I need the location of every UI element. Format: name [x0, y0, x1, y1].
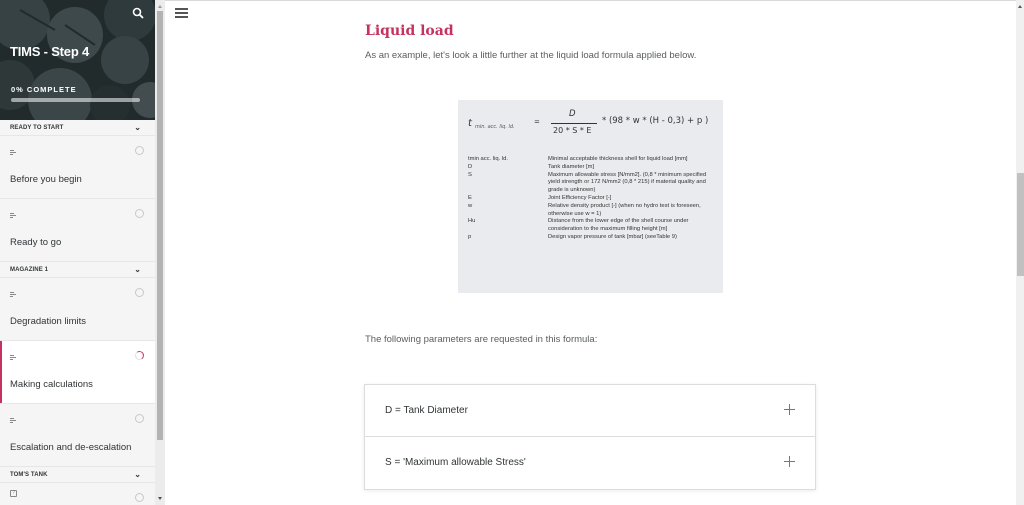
quiz-icon: ? [10, 490, 17, 497]
parameters-accordion: D = Tank Diameter S = 'Maximum allowable… [364, 384, 816, 490]
course-title: TIMS - Step 4 [10, 44, 90, 59]
text-lesson-icon [10, 418, 16, 423]
text-lesson-icon [10, 150, 16, 155]
definition-description: Tank diameter [m] [548, 163, 595, 170]
scroll-up-arrow-icon[interactable] [1018, 5, 1022, 8]
text-lesson-icon [10, 355, 16, 360]
accordion-item-tank-diameter[interactable]: D = Tank Diameter [365, 385, 815, 437]
formula-numerator: D [569, 109, 576, 119]
formula-image: t min. acc. liq. ld. = D 20 * S * E * (9… [458, 100, 723, 293]
plus-icon[interactable] [784, 456, 795, 467]
lesson-label: Before you begin [10, 174, 82, 185]
fraction-bar [551, 123, 597, 124]
lesson-item-making-calculations[interactable]: Making calculations [0, 341, 155, 404]
sidebar-scrollbar-thumb[interactable] [157, 11, 163, 440]
lesson-item-ready-to-go[interactable]: Ready to go [0, 199, 155, 262]
accordion-title: S = 'Maximum allowable Stress' [385, 457, 526, 468]
definition-row: p Design vapor pressure of tank [mbar] (s… [468, 234, 718, 242]
formula-rest: * (98 * w * (H - 0,3) + p ) [602, 116, 709, 126]
definition-symbol: Hu [468, 218, 476, 225]
definition-symbol: p [468, 233, 472, 240]
lesson-label: Ready to go [10, 237, 62, 248]
definition-symbol: w [468, 202, 473, 209]
chevron-down-icon[interactable]: ⌄ [134, 470, 141, 479]
status-circle-icon [135, 414, 144, 423]
search-icon[interactable] [132, 7, 144, 19]
status-circle-icon [135, 209, 144, 218]
course-header: TIMS - Step 4 0% COMPLETE [0, 0, 155, 120]
scroll-down-arrow-icon[interactable] [158, 497, 162, 500]
definition-description: Distance from the lower edge of the shel… [548, 218, 689, 233]
progress-bar [11, 98, 140, 102]
lesson-item-escalation[interactable]: Escalation and de-escalation [0, 404, 155, 467]
main-scrollbar-thumb[interactable] [1017, 173, 1024, 276]
lesson-item-quiz[interactable]: ? [0, 483, 155, 505]
sidebar-scrollbar[interactable] [155, 0, 165, 505]
definition-row: S Maximum allowable stress [N/mm2]. (0,8 … [468, 172, 718, 195]
accordion-item-maximum-allowable-stress[interactable]: S = 'Maximum allowable Stress' [365, 437, 815, 489]
formula-lhs: t [468, 118, 472, 129]
definition-row: D Tank diameter [m] [468, 164, 718, 172]
lesson-label: Making calculations [10, 379, 93, 390]
formula-equals: = [534, 118, 540, 126]
definition-row: E Joint Efficiency Factor [-] [468, 195, 718, 203]
definition-row: w Relative density product [-] (when no h… [468, 203, 718, 219]
status-circle-icon [135, 493, 144, 502]
definition-symbol: S [468, 171, 472, 178]
main-scrollbar[interactable] [1016, 0, 1024, 505]
formula-denominator: 20 * S * E [553, 126, 592, 135]
section-header-magazine-1[interactable]: MAGAZINE 1 ⌄ [0, 262, 155, 278]
section-header-ready-to-start[interactable]: READY TO START ⌄ [0, 120, 155, 136]
section-title: READY TO START [10, 124, 64, 131]
lesson-item-degradation-limits[interactable]: Degradation limits [0, 278, 155, 341]
chevron-down-icon[interactable]: ⌄ [134, 123, 141, 132]
formula-equation: t min. acc. liq. ld. = D 20 * S * E * (9… [468, 106, 718, 142]
definition-row: tmin acc. liq. ld. Minimal acceptable thi… [468, 156, 718, 164]
formula-lhs-subscript: min. acc. liq. ld. [475, 124, 515, 130]
text-lesson-icon [10, 292, 16, 297]
definition-description: Minimal acceptable thickness shell for l… [548, 156, 688, 162]
plus-icon[interactable] [784, 404, 795, 415]
course-sidebar: TIMS - Step 4 0% COMPLETE READY TO START… [0, 0, 165, 505]
definition-symbol: E [468, 194, 472, 201]
definition-description: Joint Efficiency Factor [-] [548, 194, 612, 201]
status-circle-icon [135, 288, 144, 297]
status-circle-icon [135, 146, 144, 155]
definition-description: Maximum allowable stress [N/mm2]. (0,8 *… [548, 171, 707, 194]
parameters-text: The following parameters are requested i… [365, 334, 598, 345]
definition-symbol: tmin acc. liq. ld. [468, 156, 508, 162]
lesson-label: Degradation limits [10, 316, 87, 327]
top-divider [165, 0, 1016, 1]
progress-label: 0% COMPLETE [11, 85, 77, 94]
intro-text: As an example, let's look a little furth… [365, 50, 697, 61]
definition-symbol: D [468, 163, 473, 170]
section-title: MAGAZINE 1 [10, 266, 49, 273]
hamburger-menu-icon[interactable] [175, 8, 188, 19]
definition-description: Design vapor pressure of tank [mbar] (se… [548, 233, 677, 240]
definition-row: Hu Distance from the lower edge of the sh… [468, 218, 718, 234]
lesson-item-before-you-begin[interactable]: Before you begin [0, 136, 155, 199]
section-heading: Liquid load [365, 23, 454, 39]
text-lesson-icon [10, 213, 16, 218]
lesson-label: Escalation and de-escalation [10, 442, 132, 453]
formula-definitions: tmin acc. liq. ld. Minimal acceptable thi… [468, 156, 718, 242]
scroll-up-arrow-icon[interactable] [158, 5, 162, 8]
section-header-toms-tank[interactable]: TOM'S TANK ⌄ [0, 467, 155, 483]
lesson-list: READY TO START ⌄ Before you begin Ready … [0, 120, 155, 505]
definition-description: Relative density product [-] (when no hy… [548, 202, 701, 217]
section-title: TOM'S TANK [10, 471, 48, 478]
accordion-title: D = Tank Diameter [385, 405, 468, 416]
chevron-down-icon[interactable]: ⌄ [134, 265, 141, 274]
in-progress-circle-icon [134, 350, 145, 361]
